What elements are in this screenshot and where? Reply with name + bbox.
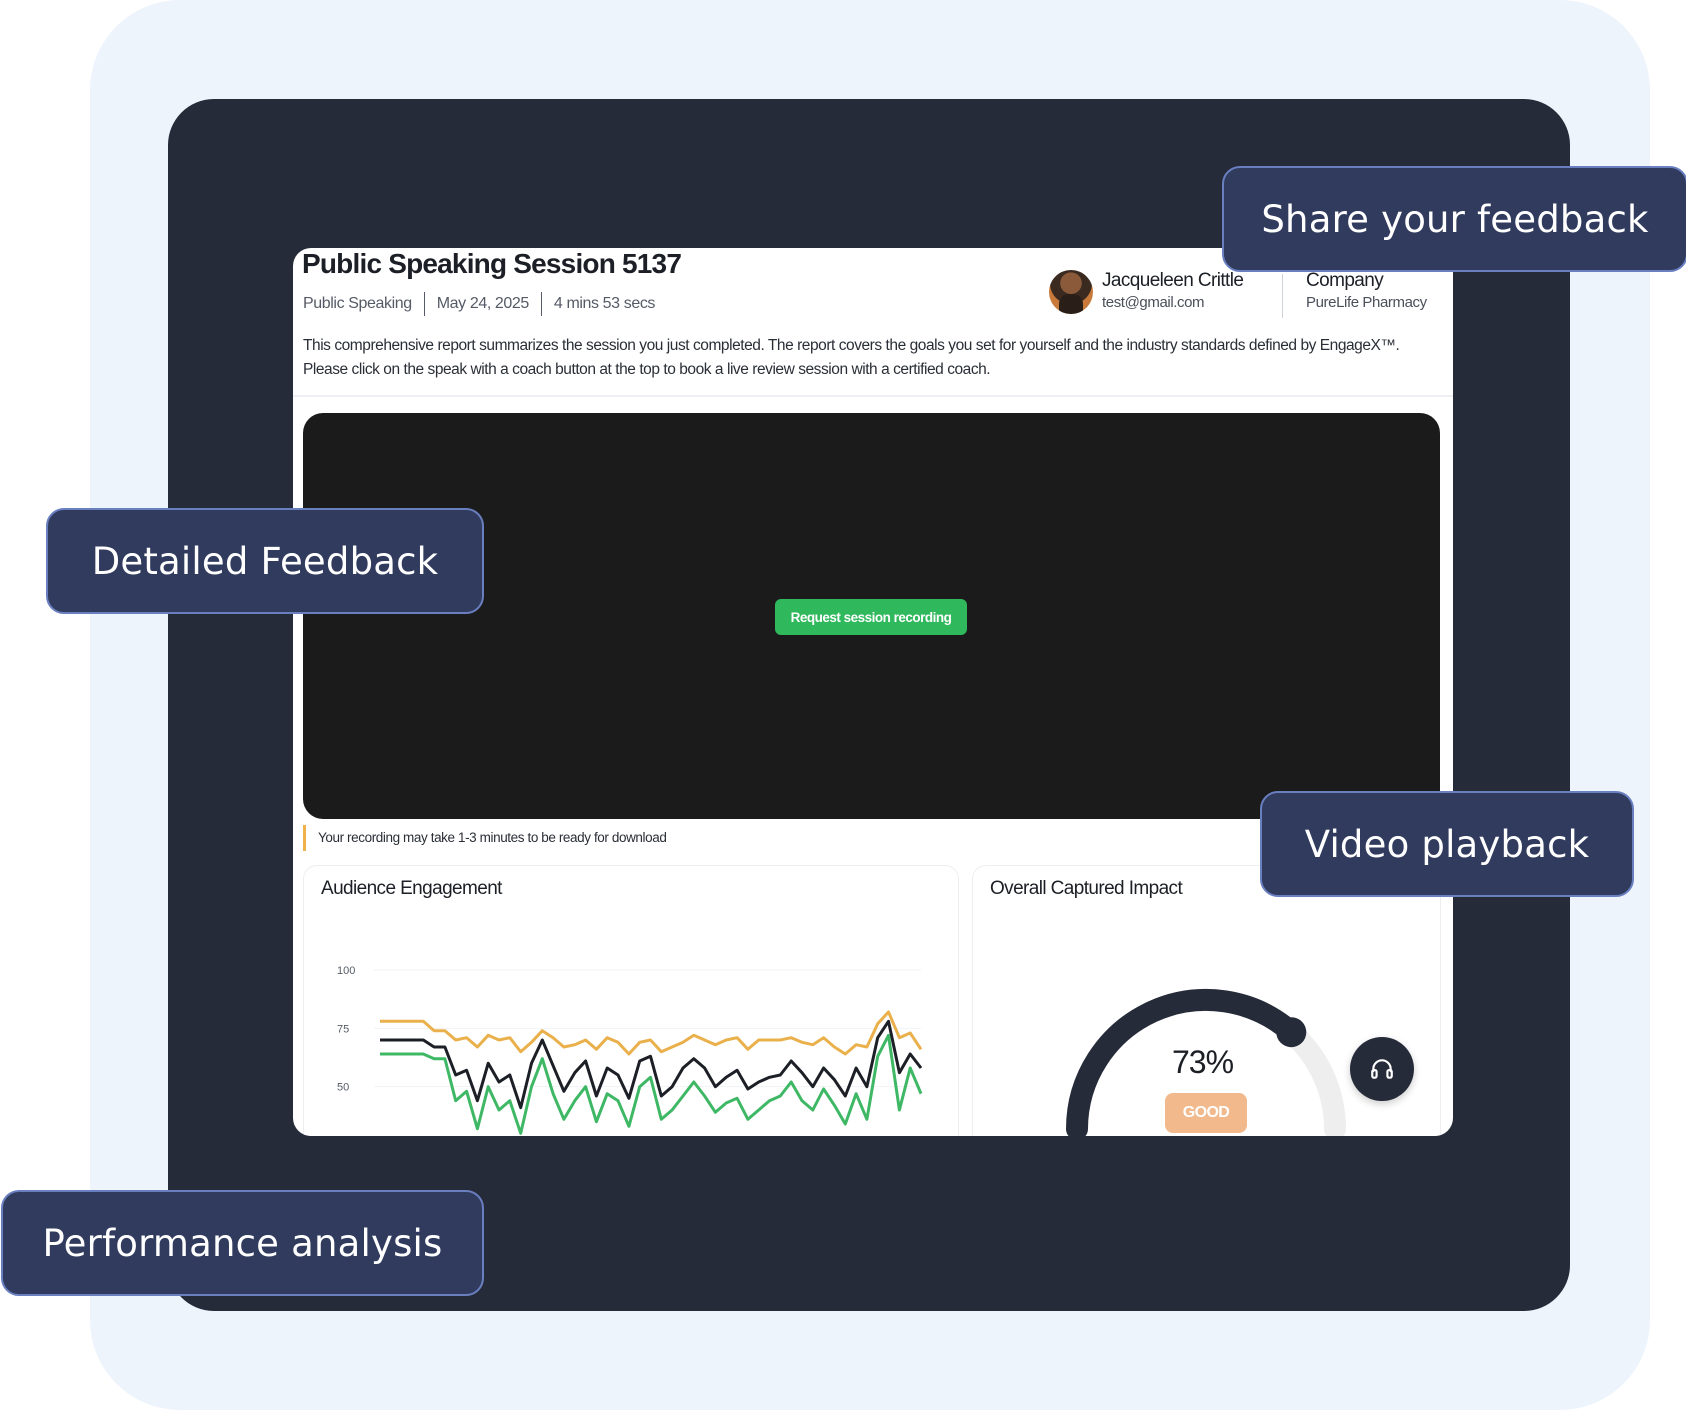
user-info: Jacqueleen Crittle test@gmail.com xyxy=(1102,270,1244,314)
headset-icon xyxy=(1371,1059,1393,1079)
user-email: test@gmail.com xyxy=(1102,294,1205,311)
support-button[interactable] xyxy=(1350,1037,1414,1101)
session-report-app: Public Speaking Session 5137 Public Spea… xyxy=(293,248,1453,1136)
gauge-knob xyxy=(1276,1017,1307,1048)
session-date: May 24, 2025 xyxy=(436,295,530,312)
video-player[interactable]: Request session recording xyxy=(303,413,1440,819)
audience-engagement-card: Audience Engagement 100 75 50 xyxy=(303,865,959,1136)
session-duration: 4 mins 53 secs xyxy=(553,295,656,312)
meta-divider xyxy=(423,292,425,316)
company-info: Company PureLife Pharmacy xyxy=(1306,270,1427,314)
section-divider xyxy=(293,395,1453,397)
user-profile[interactable]: Jacqueleen Crittle test@gmail.com xyxy=(1049,270,1244,314)
report-description: This comprehensive report summarizes the… xyxy=(303,337,1400,378)
session-meta: Public Speaking May 24, 2025 4 mins 53 s… xyxy=(303,292,655,316)
callout-share-feedback: Share your feedback xyxy=(1222,166,1686,272)
impact-badge: GOOD xyxy=(1165,1093,1247,1133)
callout-video-playback: Video playback xyxy=(1260,791,1634,897)
avatar[interactable] xyxy=(1049,270,1093,314)
header-divider xyxy=(1282,274,1283,318)
engagement-chart: 100 75 50 xyxy=(337,965,923,1135)
y-tick-label: 50 xyxy=(337,1082,349,1094)
company-label: Company xyxy=(1306,270,1384,291)
callout-detailed-feedback: Detailed Feedback xyxy=(46,508,484,614)
impact-percentage: 73% xyxy=(1172,1044,1234,1080)
callout-performance-analysis: Performance analysis xyxy=(1,1190,484,1296)
page-title: Public Speaking Session 5137 xyxy=(302,248,682,279)
meta-divider xyxy=(540,292,542,316)
company-name: PureLife Pharmacy xyxy=(1306,294,1427,311)
series-line-1 xyxy=(380,1010,923,1056)
session-category: Public Speaking xyxy=(303,295,412,312)
recording-note: Your recording may take 1-3 minutes to b… xyxy=(303,825,667,851)
y-tick-label: 100 xyxy=(337,965,355,977)
request-recording-button[interactable]: Request session recording xyxy=(775,599,967,635)
user-name: Jacqueleen Crittle xyxy=(1102,270,1244,291)
y-tick-label: 75 xyxy=(337,1023,349,1035)
